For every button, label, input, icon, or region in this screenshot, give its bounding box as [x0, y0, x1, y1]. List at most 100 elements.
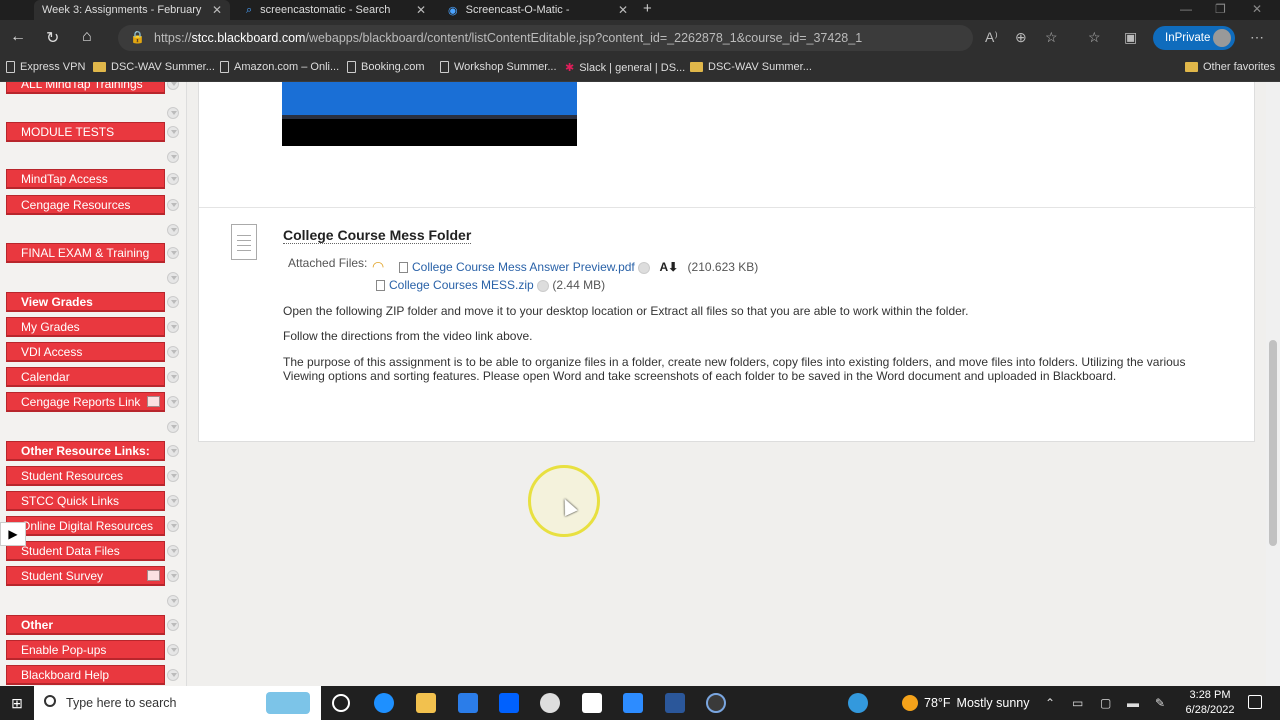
help-icon[interactable]	[848, 693, 868, 713]
video-thumbnail[interactable]	[282, 82, 577, 146]
back-icon[interactable]: ←	[10, 28, 26, 46]
zip-file-link[interactable]: College Courses MESS.zip	[389, 278, 534, 292]
read-aloud-icon[interactable]: A⁾	[985, 29, 998, 46]
chevron-down-icon[interactable]	[167, 321, 179, 333]
menu-stcc-quick-links[interactable]: STCC Quick Links	[6, 491, 165, 511]
collections-icon[interactable]: ▣	[1124, 29, 1137, 46]
pen-icon[interactable]: ✎	[1155, 696, 1165, 710]
chevron-down-icon[interactable]	[167, 619, 179, 631]
chevron-down-icon[interactable]	[167, 126, 179, 138]
bookmark-express-vpn[interactable]: Express VPN	[6, 61, 85, 73]
scrollbar[interactable]	[1266, 82, 1280, 686]
store-icon[interactable]	[582, 693, 602, 713]
chevron-down-icon[interactable]	[167, 199, 179, 211]
menu-mindtap-access[interactable]: MindTap Access	[6, 169, 165, 189]
add-favorite-icon[interactable]: ☆	[1045, 29, 1058, 46]
menu-student-resources[interactable]: Student Resources	[6, 466, 165, 486]
notifications-icon[interactable]	[1248, 695, 1262, 709]
chevron-down-icon[interactable]	[167, 445, 179, 457]
menu-my-grades[interactable]: My Grades	[6, 317, 165, 337]
tab-screencast-o-matic[interactable]: ◉ Screencast-O-Matic - ✕	[440, 0, 636, 20]
scrollbar-thumb[interactable]	[1269, 340, 1277, 546]
menu-enable-popups[interactable]: Enable Pop-ups	[6, 640, 165, 660]
home-icon[interactable]: ⌂	[82, 28, 92, 46]
bookmark-slack[interactable]: ✱ Slack | general | DS...	[565, 61, 685, 75]
menu-all-mindtap-trainings[interactable]: ALL MindTap Trainings	[6, 82, 165, 94]
pdf-file-link[interactable]: College Course Mess Answer Preview.pdf	[412, 260, 635, 274]
display-icon[interactable]: ▢	[1100, 696, 1111, 710]
more-icon[interactable]: ⋯	[1250, 29, 1264, 46]
collapse-menu-button[interactable]: ▶	[0, 522, 26, 546]
tab-week3-assignments[interactable]: Week 3: Assignments - February ✕	[34, 0, 230, 20]
chevron-down-icon[interactable]	[167, 520, 179, 532]
favorites-icon[interactable]: ☆	[1088, 29, 1101, 46]
read-aloud-icon[interactable]: A⬇	[659, 260, 678, 274]
mail-icon[interactable]	[458, 693, 478, 713]
menu-online-digital-resources[interactable]: Online Digital Resources	[6, 516, 165, 536]
close-tab-icon[interactable]: ✕	[212, 3, 222, 17]
chevron-down-icon[interactable]	[167, 224, 179, 236]
url-field[interactable]: 🔒 https://stcc.blackboard.com/webapps/bl…	[118, 25, 973, 51]
taskbar-search[interactable]: Type here to search	[34, 686, 321, 720]
zoom-icon[interactable]	[623, 693, 643, 713]
chevron-down-icon[interactable]	[167, 107, 179, 119]
chevron-down-icon[interactable]	[167, 470, 179, 482]
meet-now-icon[interactable]: ▭	[1072, 696, 1083, 710]
minimize-icon[interactable]: —	[1180, 2, 1192, 16]
chevron-down-icon[interactable]	[167, 272, 179, 284]
close-window-icon[interactable]: ✕	[1252, 2, 1262, 16]
chevron-down-icon[interactable]	[167, 296, 179, 308]
menu-final-exam[interactable]: FINAL EXAM & Training	[6, 243, 165, 263]
bookmark-amazon[interactable]: Amazon.com – Onli...	[220, 61, 339, 73]
menu-cengage-reports-link[interactable]: Cengage Reports Link	[6, 392, 165, 412]
cortana-icon[interactable]	[332, 694, 350, 712]
chevron-down-icon[interactable]	[167, 595, 179, 607]
refresh-icon[interactable]: ↻	[46, 28, 59, 48]
word-icon[interactable]	[665, 693, 685, 713]
chevron-down-icon[interactable]	[167, 82, 179, 90]
edge-icon[interactable]	[374, 693, 394, 713]
close-tab-icon[interactable]: ✕	[416, 3, 426, 17]
chevron-down-icon[interactable]	[167, 396, 179, 408]
app-icon[interactable]	[540, 693, 560, 713]
chevron-down-icon[interactable]	[167, 644, 179, 656]
clock[interactable]: 3:28 PM 6/28/2022	[1180, 688, 1240, 718]
chevron-down-icon[interactable]	[167, 669, 179, 681]
bookmark-workshop[interactable]: Workshop Summer...	[440, 61, 557, 73]
dropbox-icon[interactable]	[499, 693, 519, 713]
file-options-icon[interactable]	[638, 261, 651, 274]
menu-cengage-resources[interactable]: Cengage Resources	[6, 195, 165, 215]
chevron-down-icon[interactable]	[167, 371, 179, 383]
screencast-icon[interactable]	[706, 693, 726, 713]
menu-vdi-access[interactable]: VDI Access	[6, 342, 165, 362]
inprivate-button[interactable]: InPrivate	[1153, 26, 1235, 50]
chevron-down-icon[interactable]	[167, 151, 179, 163]
zoom-icon[interactable]: ⊕	[1015, 29, 1027, 46]
menu-calendar[interactable]: Calendar	[6, 367, 165, 387]
chevron-down-icon[interactable]	[167, 421, 179, 433]
chevron-down-icon[interactable]	[167, 570, 179, 582]
bookmark-booking[interactable]: Booking.com	[347, 61, 425, 73]
file-explorer-icon[interactable]	[416, 693, 436, 713]
chevron-down-icon[interactable]	[167, 545, 179, 557]
item-title[interactable]: College Course Mess Folder	[283, 227, 472, 244]
menu-student-survey[interactable]: Student Survey	[6, 566, 165, 586]
windows-start-icon[interactable]: ⊞	[0, 686, 34, 720]
new-tab-icon[interactable]: +	[643, 0, 652, 17]
battery-icon[interactable]: ▬	[1127, 696, 1139, 710]
maximize-icon[interactable]: ❐	[1215, 2, 1226, 16]
gauge-icon[interactable]: ◠	[372, 258, 384, 275]
menu-module-tests[interactable]: MODULE TESTS	[6, 122, 165, 142]
chevron-down-icon[interactable]	[167, 173, 179, 185]
bookmark-dsc-wav-2[interactable]: DSC-WAV Summer...	[690, 61, 812, 73]
weather-widget[interactable]: 78°F Mostly sunny	[902, 695, 1030, 711]
file-options-icon[interactable]	[537, 279, 550, 292]
bookmark-dsc-wav-1[interactable]: DSC-WAV Summer...	[93, 61, 215, 73]
chevron-down-icon[interactable]	[167, 346, 179, 358]
close-tab-icon[interactable]: ✕	[618, 3, 628, 17]
tab-screencastomatic-search[interactable]: ⌕ screencastomatic - Search ✕	[238, 0, 434, 20]
chevron-down-icon[interactable]	[167, 247, 179, 259]
bookmark-other-favorites[interactable]: Other favorites	[1185, 61, 1275, 73]
chevron-up-icon[interactable]: ⌃	[1045, 696, 1055, 710]
menu-student-data-files[interactable]: Student Data Files	[6, 541, 165, 561]
